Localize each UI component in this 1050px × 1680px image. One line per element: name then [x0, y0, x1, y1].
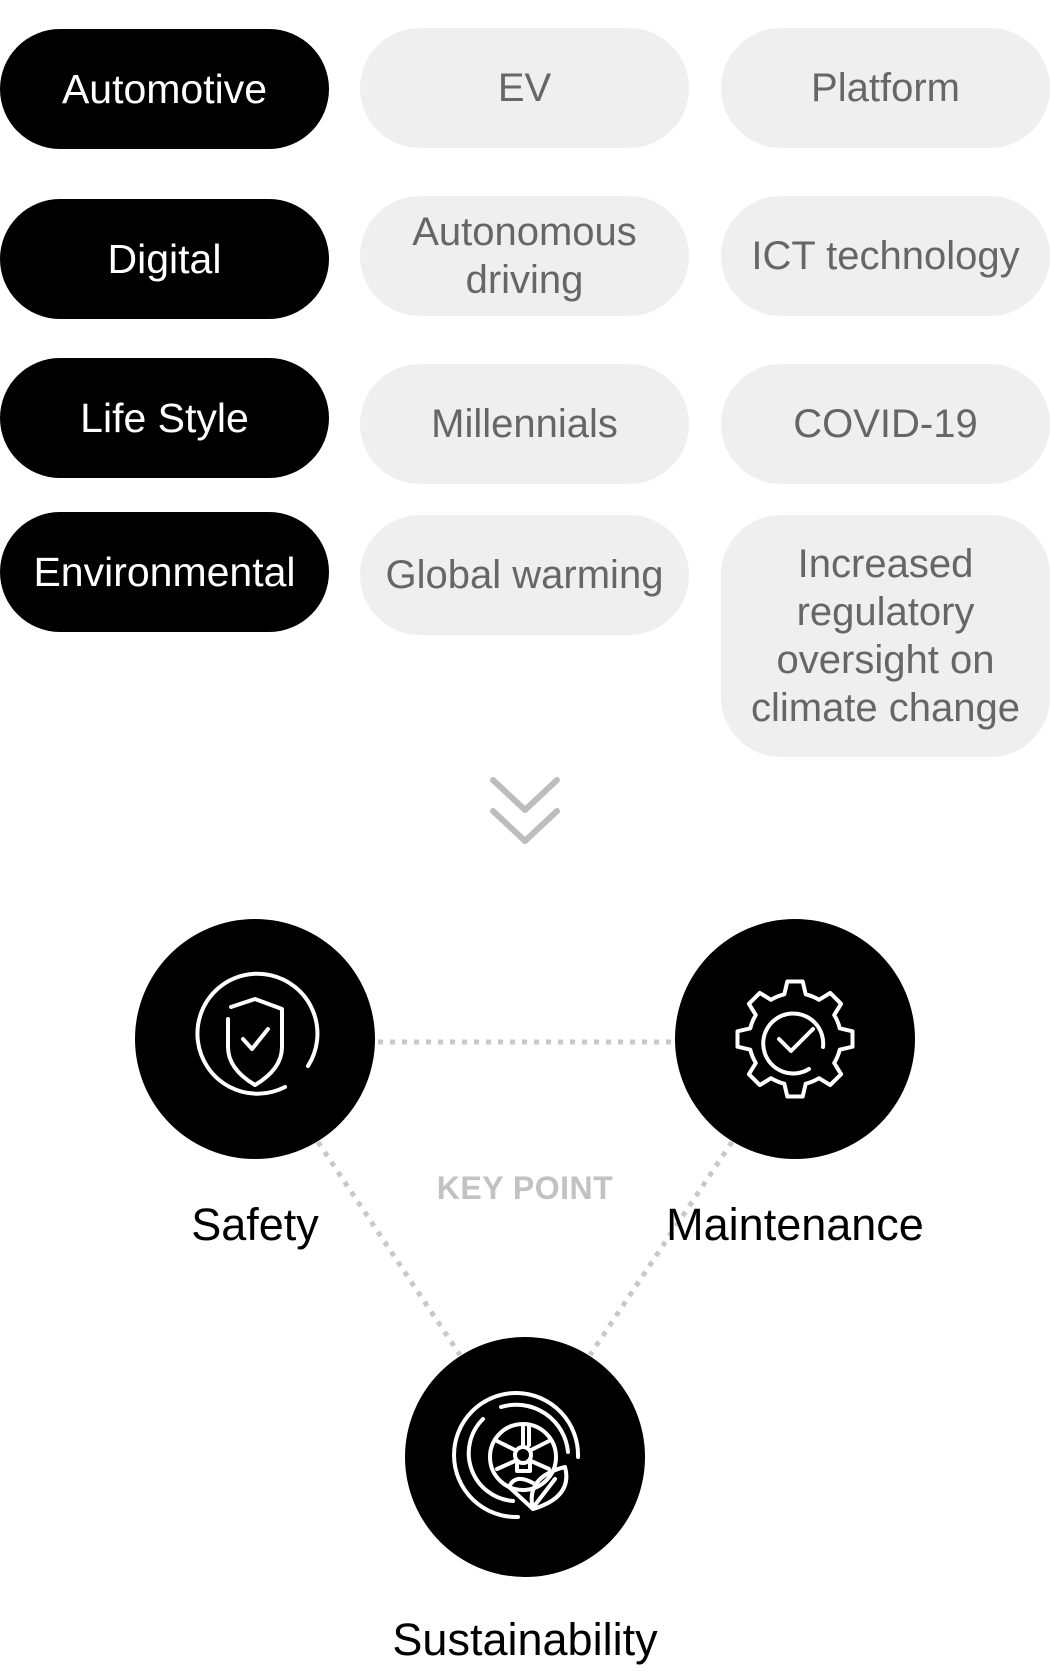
- item-label: Millennials: [431, 402, 618, 446]
- item-label: COVID-19: [793, 402, 978, 446]
- tire-leaf-icon: [452, 1391, 581, 1520]
- category-pill-digital: Digital: [0, 199, 329, 319]
- item-label: Increased regulatory oversight on climat…: [750, 542, 1021, 730]
- key-point-diagram: KEY POINT Safety Maintenance Sustainabil…: [0, 900, 1050, 1680]
- category-label: Environmental: [33, 549, 296, 595]
- item-label: Global warming: [385, 553, 664, 597]
- gear-check-icon: [735, 979, 855, 1099]
- shield-check-icon: [195, 971, 320, 1096]
- category-label: Digital: [107, 236, 222, 282]
- node-label-safety: Safety: [191, 1199, 319, 1250]
- item-pill-ev: EV: [360, 28, 689, 148]
- category-pill-life-style: Life Style: [0, 358, 329, 478]
- item-pill-climate-regulation: Increased regulatory oversight on climat…: [721, 515, 1050, 757]
- item-label: Autonomous driving: [412, 210, 637, 302]
- item-pill-covid-19: COVID-19: [721, 364, 1050, 484]
- node-sustainability: [405, 1337, 645, 1577]
- item-pill-autonomous-driving: Autonomous driving: [360, 196, 689, 316]
- item-pill-platform: Platform: [721, 28, 1050, 148]
- item-label: ICT technology: [751, 234, 1020, 278]
- node-safety: [135, 919, 375, 1159]
- category-pill-automotive: Automotive: [0, 29, 329, 149]
- node-maintenance: [675, 919, 915, 1159]
- node-label-sustainability: Sustainability: [392, 1614, 658, 1665]
- category-pill-environmental: Environmental: [0, 512, 329, 632]
- item-label: EV: [497, 66, 552, 110]
- item-pill-ict-technology: ICT technology: [721, 196, 1050, 316]
- category-label: Life Style: [80, 395, 249, 441]
- item-pill-millennials: Millennials: [360, 364, 689, 484]
- double-chevron-down-icon: [490, 777, 560, 844]
- item-label: Platform: [811, 66, 960, 110]
- item-pill-global-warming: Global warming: [360, 515, 689, 635]
- category-label: Automotive: [61, 66, 268, 112]
- node-label-maintenance: Maintenance: [666, 1199, 924, 1250]
